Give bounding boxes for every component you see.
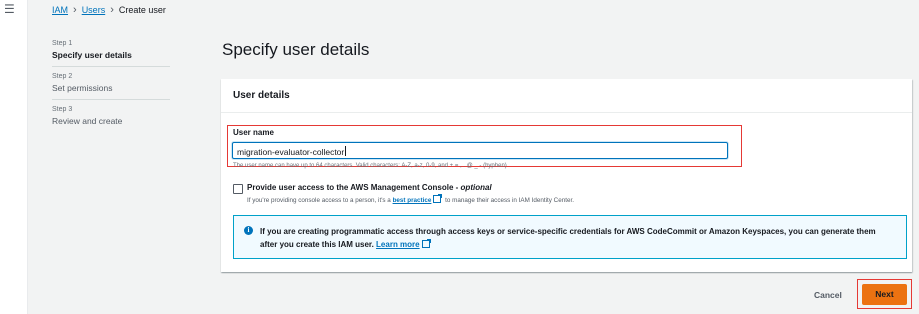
wizard-step-1: Step 1 Specify user details bbox=[52, 34, 170, 67]
user-name-input[interactable]: migration-evaluator-collector bbox=[232, 142, 728, 159]
text-caret bbox=[345, 146, 347, 156]
next-button[interactable]: Next bbox=[862, 284, 907, 305]
user-name-value: migration-evaluator-collector bbox=[237, 147, 345, 157]
console-access-label[interactable]: Provide user access to the AWS Managemen… bbox=[247, 183, 492, 192]
step-number: Step 1 bbox=[52, 40, 73, 47]
chevron-right-icon: › bbox=[73, 3, 77, 16]
hamburger-menu-icon[interactable]: ☰ bbox=[4, 3, 15, 15]
page-title: Specify user details bbox=[222, 40, 370, 59]
console-access-checkbox[interactable] bbox=[233, 184, 243, 194]
best-practice-link[interactable]: best practice bbox=[393, 197, 432, 204]
step-number: Step 3 bbox=[52, 106, 73, 113]
user-name-label: User name bbox=[233, 128, 274, 137]
breadcrumb-users-link[interactable]: Users bbox=[82, 5, 106, 15]
step-label: Set permissions bbox=[52, 83, 113, 93]
step-number: Step 2 bbox=[52, 73, 73, 80]
console-access-description: If you're providing console access to a … bbox=[247, 194, 574, 204]
wizard-steps: Step 1 Specify user details Step 2 Set p… bbox=[52, 34, 170, 132]
wizard-step-2: Step 2 Set permissions bbox=[52, 67, 170, 100]
cancel-button[interactable]: Cancel bbox=[814, 290, 842, 300]
step-label: Review and create bbox=[52, 116, 123, 126]
info-text: If you are creating programmatic access … bbox=[260, 227, 876, 249]
breadcrumb: IAM › Users › Create user bbox=[52, 3, 166, 16]
step-label: Specify user details bbox=[52, 50, 132, 60]
chevron-right-icon: › bbox=[110, 3, 114, 16]
breadcrumb-iam-link[interactable]: IAM bbox=[52, 5, 68, 15]
info-alert: i If you are creating programmatic acces… bbox=[233, 215, 907, 259]
external-link-icon bbox=[421, 239, 431, 248]
breadcrumb-current: Create user bbox=[118, 5, 166, 15]
wizard-step-3: Step 3 Review and create bbox=[52, 100, 170, 132]
learn-more-link[interactable]: Learn more bbox=[376, 240, 420, 249]
external-link-icon bbox=[433, 194, 443, 203]
user-name-hint: The user name can have up to 64 characte… bbox=[233, 163, 507, 169]
left-rail: ☰ bbox=[0, 0, 28, 314]
info-icon: i bbox=[244, 226, 253, 235]
card-header: User details bbox=[221, 79, 912, 113]
